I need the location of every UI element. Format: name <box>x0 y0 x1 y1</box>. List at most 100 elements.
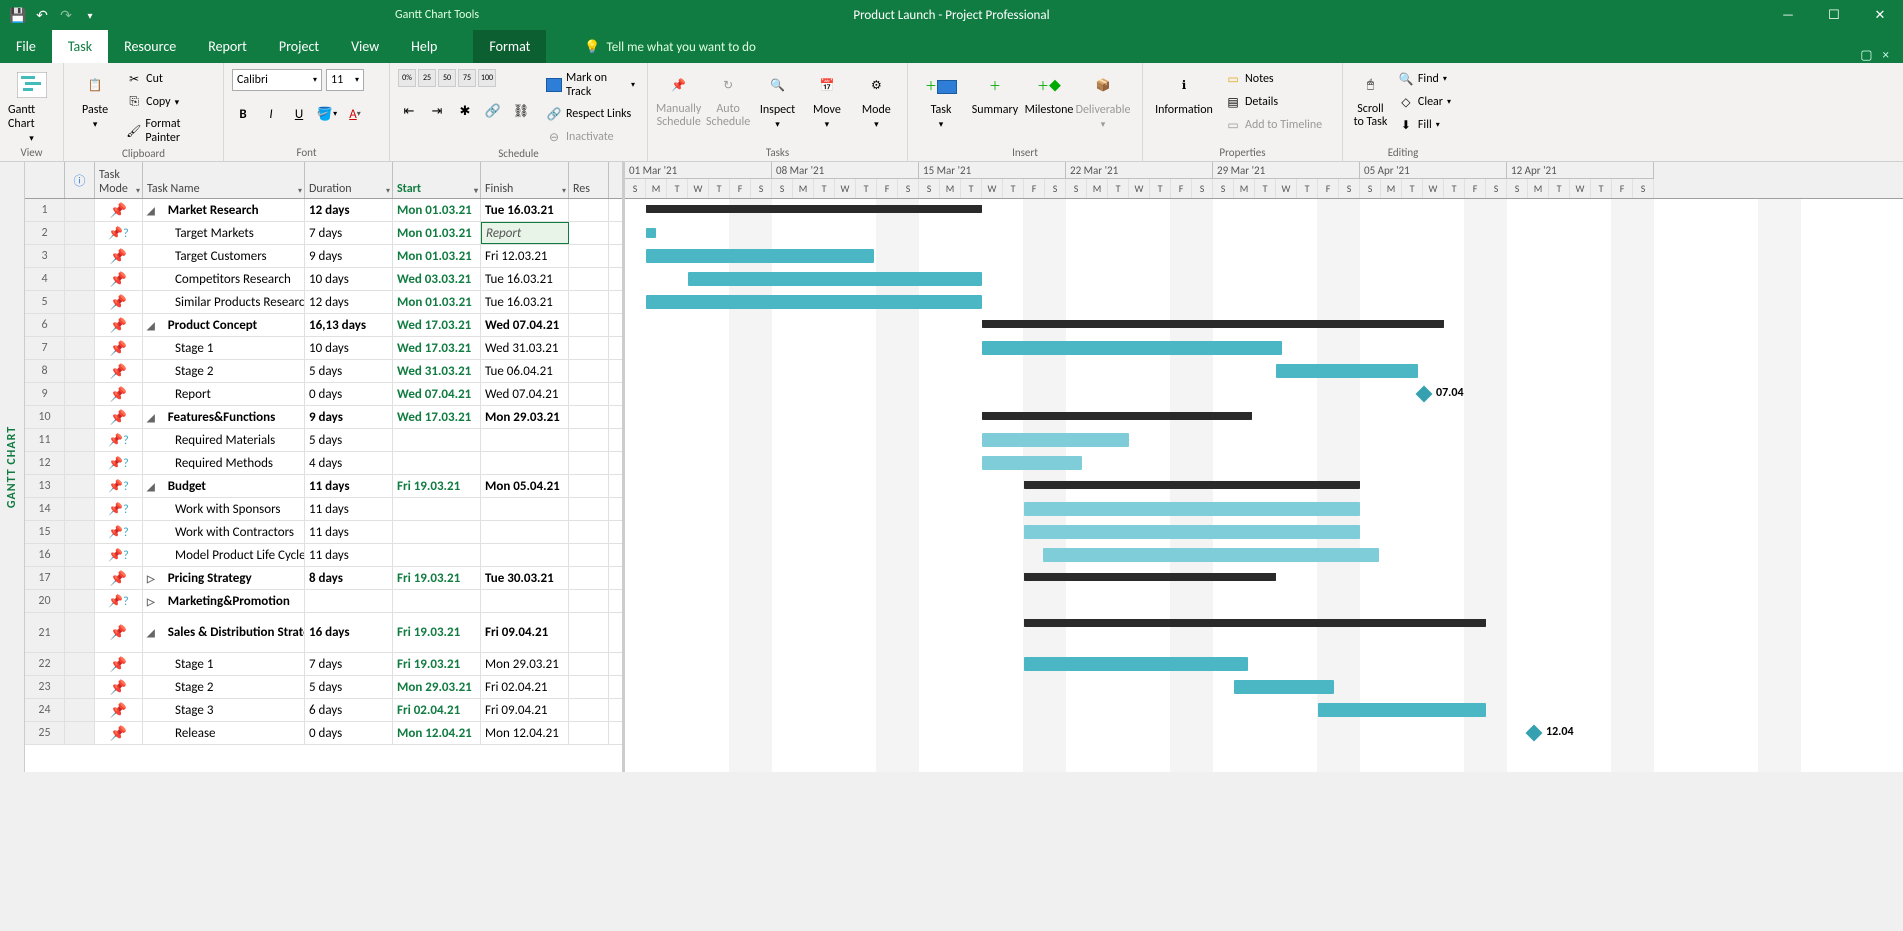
row-mode[interactable]: 📌 <box>95 567 143 589</box>
row-resource[interactable] <box>569 199 609 221</box>
row-finish[interactable]: Report <box>481 222 569 244</box>
gantt-bar[interactable] <box>1043 548 1379 562</box>
row-finish[interactable]: Mon 29.03.21 <box>481 406 569 428</box>
row-duration[interactable]: 10 days <box>305 337 393 359</box>
gantt-row[interactable] <box>625 544 1903 567</box>
row-duration[interactable]: 0 days <box>305 722 393 744</box>
row-name[interactable]: ◢Market Research <box>143 199 305 221</box>
row-start[interactable]: Mon 01.03.21 <box>393 245 481 267</box>
row-name[interactable]: Work with Contractors <box>143 521 305 543</box>
collapse-icon[interactable]: ◢ <box>147 480 155 493</box>
gantt-bar[interactable] <box>1276 364 1418 378</box>
col-duration[interactable]: Duration▾ <box>305 162 393 198</box>
gantt-bar[interactable] <box>1024 502 1360 516</box>
row-name[interactable]: Stage 2 <box>143 676 305 698</box>
row-info[interactable] <box>65 613 95 652</box>
row-index[interactable]: 1 <box>25 199 65 221</box>
row-mode[interactable]: 📌 <box>95 314 143 336</box>
row-mode[interactable]: 📌? <box>95 590 143 612</box>
row-finish[interactable] <box>481 544 569 566</box>
zoom-buttons[interactable]: 0%255075100 <box>398 69 532 87</box>
row-duration[interactable]: 11 days <box>305 475 393 497</box>
row-info[interactable] <box>65 314 95 336</box>
row-start[interactable]: Fri 19.03.21 <box>393 475 481 497</box>
row-duration[interactable]: 9 days <box>305 406 393 428</box>
row-info[interactable] <box>65 429 95 451</box>
row-duration[interactable]: 7 days <box>305 653 393 675</box>
row-finish[interactable]: Fri 02.04.21 <box>481 676 569 698</box>
row-duration[interactable]: 5 days <box>305 360 393 382</box>
row-mode[interactable]: 📌 <box>95 613 143 652</box>
row-index[interactable]: 17 <box>25 567 65 589</box>
gantt-bar[interactable] <box>646 228 656 238</box>
inspect-button[interactable]: 🔍Inspect▾ <box>755 69 800 130</box>
row-start[interactable]: Mon 01.03.21 <box>393 291 481 313</box>
gantt-row[interactable]: 12.04 <box>625 722 1903 745</box>
row-start[interactable] <box>393 498 481 520</box>
row-info[interactable] <box>65 452 95 474</box>
gantt-bar[interactable] <box>982 433 1129 447</box>
paste-button[interactable]: 📋 Paste ▾ <box>72 69 118 130</box>
row-index[interactable]: 20 <box>25 590 65 612</box>
milestone-diamond[interactable] <box>1526 725 1543 742</box>
close-button[interactable]: ✕ <box>1857 0 1903 30</box>
row-index[interactable]: 24 <box>25 699 65 721</box>
find-button[interactable]: 🔍Find▾ <box>1394 69 1455 89</box>
row-resource[interactable] <box>569 291 609 313</box>
row-info[interactable] <box>65 199 95 221</box>
row-mode[interactable]: 📌 <box>95 383 143 405</box>
col-finish[interactable]: Finish▾ <box>481 162 569 198</box>
row-duration[interactable]: 7 days <box>305 222 393 244</box>
gantt-bar[interactable] <box>982 320 1444 328</box>
row-mode[interactable]: 📌? <box>95 544 143 566</box>
row-info[interactable] <box>65 590 95 612</box>
row-start[interactable]: Wed 07.04.21 <box>393 383 481 405</box>
row-start[interactable]: Wed 17.03.21 <box>393 406 481 428</box>
row-duration[interactable]: 8 days <box>305 567 393 589</box>
ribbon-restore-icon[interactable]: ▢ <box>1860 48 1872 63</box>
tab-project[interactable]: Project <box>263 30 335 63</box>
row-resource[interactable] <box>569 406 609 428</box>
row-resource[interactable] <box>569 360 609 382</box>
row-info[interactable] <box>65 360 95 382</box>
link-button[interactable]: 🔗 <box>482 100 504 122</box>
row-info[interactable] <box>65 722 95 744</box>
information-button[interactable]: ℹInformation <box>1151 69 1217 117</box>
row-resource[interactable] <box>569 314 609 336</box>
row-mode[interactable]: 📌? <box>95 521 143 543</box>
row-name[interactable]: Release <box>143 722 305 744</box>
gantt-bar[interactable] <box>1024 573 1276 581</box>
row-resource[interactable] <box>569 268 609 290</box>
row-index[interactable]: 5 <box>25 291 65 313</box>
outdent-button[interactable]: ⇤ <box>398 100 420 122</box>
row-mode[interactable]: 📌 <box>95 199 143 221</box>
gantt-bar[interactable] <box>1024 619 1486 627</box>
row-duration[interactable]: 16 days <box>305 613 393 652</box>
insert-milestone-button[interactable]: ＋◆Milestone <box>1024 69 1074 117</box>
row-info[interactable] <box>65 245 95 267</box>
row-name[interactable]: ◢Product Concept <box>143 314 305 336</box>
row-name[interactable]: Work with Sponsors <box>143 498 305 520</box>
gantt-bar[interactable] <box>1234 680 1334 694</box>
row-name[interactable]: Required Materials <box>143 429 305 451</box>
task-row[interactable]: 1 📌 ◢Market Research 12 days Mon 01.03.2… <box>25 199 622 222</box>
col-index[interactable] <box>25 162 65 198</box>
row-name[interactable]: Stage 2 <box>143 360 305 382</box>
task-row[interactable]: 12 📌? Required Methods 4 days <box>25 452 622 475</box>
row-duration[interactable]: 12 days <box>305 291 393 313</box>
gantt-bar[interactable] <box>646 205 982 213</box>
insert-task-button[interactable]: ＋Task▾ <box>916 69 966 130</box>
row-name[interactable]: ▷Pricing Strategy <box>143 567 305 589</box>
row-index[interactable]: 2 <box>25 222 65 244</box>
row-resource[interactable] <box>569 475 609 497</box>
gantt-bar[interactable] <box>982 456 1082 470</box>
row-name[interactable]: Required Methods <box>143 452 305 474</box>
row-mode[interactable]: 📌? <box>95 498 143 520</box>
task-row[interactable]: 16 📌? Model Product Life Cycle 11 days <box>25 544 622 567</box>
ribbon-close-icon[interactable]: × <box>1883 48 1889 63</box>
row-index[interactable]: 14 <box>25 498 65 520</box>
col-info[interactable]: ⓘ <box>65 162 95 198</box>
row-finish[interactable]: Tue 16.03.21 <box>481 199 569 221</box>
row-duration[interactable]: 4 days <box>305 452 393 474</box>
row-mode[interactable]: 📌 <box>95 653 143 675</box>
